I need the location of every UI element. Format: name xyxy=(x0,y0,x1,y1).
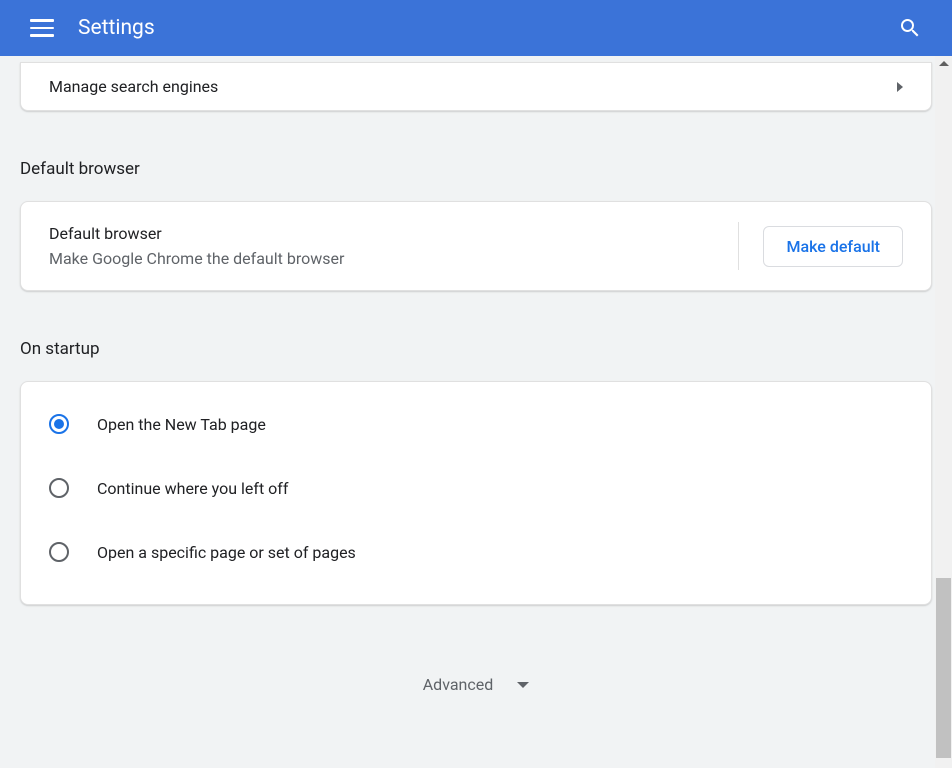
chevron-down-icon xyxy=(517,682,529,688)
on-startup-card: Open the New Tab page Continue where you… xyxy=(20,381,932,605)
search-icon[interactable] xyxy=(898,16,922,40)
startup-option-label: Open a specific page or set of pages xyxy=(97,543,356,562)
advanced-label: Advanced xyxy=(423,675,494,694)
scrollbar-up-icon[interactable] xyxy=(939,61,949,66)
menu-icon[interactable] xyxy=(30,16,54,40)
page-title: Settings xyxy=(78,16,155,40)
advanced-toggle[interactable]: Advanced xyxy=(20,675,932,694)
manage-search-engines-label: Manage search engines xyxy=(49,77,218,96)
startup-option-new-tab[interactable]: Open the New Tab page xyxy=(49,392,903,456)
radio-icon xyxy=(49,478,69,498)
chevron-right-icon xyxy=(897,82,903,92)
default-browser-text: Default browser Make Google Chrome the d… xyxy=(49,224,344,268)
radio-icon xyxy=(49,542,69,562)
startup-option-label: Open the New Tab page xyxy=(97,415,266,434)
settings-content: Manage search engines Default browser De… xyxy=(0,62,952,694)
startup-option-label: Continue where you left off xyxy=(97,479,288,498)
make-default-button[interactable]: Make default xyxy=(763,226,903,267)
manage-search-engines-row[interactable]: Manage search engines xyxy=(21,63,931,110)
search-engines-card: Manage search engines xyxy=(20,62,932,111)
divider xyxy=(738,222,739,270)
on-startup-section-title: On startup xyxy=(20,339,932,359)
default-browser-card: Default browser Make Google Chrome the d… xyxy=(20,201,932,291)
default-browser-section-title: Default browser xyxy=(20,159,932,179)
startup-option-continue[interactable]: Continue where you left off xyxy=(49,456,903,520)
scrollbar-thumb[interactable] xyxy=(936,578,951,758)
radio-icon xyxy=(49,414,69,434)
app-header: Settings xyxy=(0,0,952,56)
default-browser-description: Make Google Chrome the default browser xyxy=(49,249,344,268)
default-browser-label: Default browser xyxy=(49,224,344,243)
startup-option-specific-pages[interactable]: Open a specific page or set of pages xyxy=(49,520,903,584)
